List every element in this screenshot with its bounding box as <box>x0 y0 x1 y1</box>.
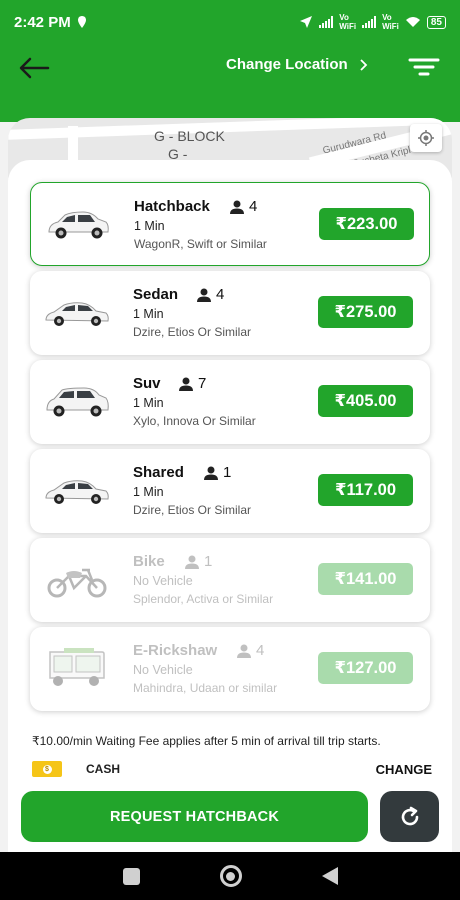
change-payment-button[interactable]: CHANGE <box>376 762 432 777</box>
vehicle-description: WagonR, Swift or Similar <box>134 237 267 251</box>
seat-count-value: 4 <box>256 642 265 659</box>
seat-count: 4 <box>236 642 264 659</box>
vehicle-eta: 1 Min <box>134 219 165 233</box>
refresh-button[interactable] <box>380 791 439 842</box>
vehicle-card-shared[interactable]: Shared 1 1 Min Dzire, Etios Or Similar ₹… <box>30 449 430 533</box>
person-icon <box>185 555 199 569</box>
change-location-label: Change Location <box>226 56 348 73</box>
navigation-arrow-icon <box>300 16 313 28</box>
price-badge: ₹127.00 <box>318 652 413 684</box>
price-badge: ₹141.00 <box>318 563 413 595</box>
vehicle-name: Sedan <box>133 286 179 303</box>
crosshair-icon <box>418 130 434 146</box>
person-icon <box>237 644 251 658</box>
vehicle-description: Dzire, Etios Or Similar <box>133 503 252 517</box>
status-bar: 2:42 PM Vo WiFi Vo WiFi 85 <box>0 0 460 44</box>
signal-icon <box>319 16 334 28</box>
vehicle-name: Suv <box>133 375 161 392</box>
change-location-button[interactable]: Change Location <box>226 56 368 73</box>
seat-count-value: 4 <box>249 198 258 215</box>
vehicle-card-suv[interactable]: Suv 7 1 Min Xylo, Innova Or Similar ₹405… <box>30 360 430 444</box>
vehicle-name: Hatchback <box>134 198 210 215</box>
price-badge: ₹223.00 <box>319 208 414 240</box>
erickshaw-icon <box>49 648 105 686</box>
seat-count-value: 7 <box>198 375 207 392</box>
map-label-g-block: G - BLOCK <box>154 128 225 144</box>
person-icon <box>230 200 244 214</box>
signal-icon-2 <box>362 16 377 28</box>
vehicle-description: Xylo, Innova Or Similar <box>133 414 256 428</box>
refresh-icon <box>401 806 418 825</box>
vowifi-label-2: Vo WiFi <box>382 13 399 31</box>
seat-count: 1 <box>184 553 212 570</box>
vehicle-description: Mahindra, Udaan or similar <box>133 681 278 695</box>
vehicle-eta: 1 Min <box>133 307 164 321</box>
seat-count-value: 4 <box>216 286 225 303</box>
price-badge: ₹275.00 <box>318 296 413 328</box>
chevron-right-icon <box>360 58 367 71</box>
request-ride-button[interactable]: REQUEST HATCHBACK <box>21 791 368 842</box>
waiting-fee-note: ₹10.00/min Waiting Fee applies after 5 m… <box>32 734 381 748</box>
vehicle-name: E-Rickshaw <box>133 642 218 659</box>
sedan-car-icon <box>45 302 109 326</box>
vehicle-eta: 1 Min <box>133 485 164 499</box>
vehicle-name: Shared <box>133 464 184 481</box>
vehicle-eta: 1 Min <box>133 396 164 410</box>
seat-count-value: 1 <box>223 464 232 481</box>
back-triangle-icon[interactable] <box>321 867 338 885</box>
shared-car-icon <box>45 480 109 504</box>
seat-count: 4 <box>196 286 224 303</box>
home-icon[interactable] <box>219 865 242 887</box>
vehicle-card-hatchback[interactable]: Hatchback 4 1 Min WagonR, Swift or Simil… <box>30 182 430 266</box>
seat-count-value: 1 <box>204 553 213 570</box>
bike-icon <box>47 568 107 598</box>
price-badge: ₹117.00 <box>318 474 413 506</box>
vowifi-label: Vo WiFi <box>339 13 357 31</box>
seat-count: 7 <box>178 375 206 392</box>
price-badge: ₹405.00 <box>318 385 413 417</box>
vehicle-name: Bike <box>133 553 165 570</box>
seat-count: 4 <box>229 198 257 215</box>
suv-car-icon <box>46 387 109 417</box>
cash-icon: $ <box>32 761 62 777</box>
vehicle-card-sedan[interactable]: Sedan 4 1 Min Dzire, Etios Or Similar ₹2… <box>30 271 430 355</box>
wifi-icon <box>405 17 420 27</box>
vehicle-eta: No Vehicle <box>133 663 193 677</box>
vehicle-selection-sheet: Hatchback 4 1 Min WagonR, Swift or Simil… <box>8 160 452 852</box>
arrow-left-icon[interactable] <box>16 56 52 80</box>
recent-apps-icon[interactable] <box>122 867 140 885</box>
vehicle-card-erickshaw: E-Rickshaw 4 No Vehicle Mahindra, Udaan … <box>30 627 430 711</box>
location-pin-icon <box>77 16 86 28</box>
locate-me-button[interactable] <box>410 124 442 152</box>
system-nav-bar <box>0 852 460 900</box>
seat-count: 1 <box>203 464 231 481</box>
payment-row: $ CASH CHANGE <box>32 760 432 778</box>
vehicle-description: Dzire, Etios Or Similar <box>133 325 252 339</box>
filter-menu-icon[interactable] <box>408 54 440 80</box>
vehicle-description: Splendor, Activa or Similar <box>133 592 274 606</box>
header: Change Location <box>0 44 460 122</box>
vehicle-eta: No Vehicle <box>133 574 193 588</box>
payment-method-label: CASH <box>86 762 121 776</box>
status-time: 2:42 PM <box>14 13 71 31</box>
hatchback-car-icon <box>48 211 109 239</box>
person-icon <box>179 377 193 391</box>
person-icon <box>197 288 211 302</box>
battery-icon: 85 <box>426 15 446 29</box>
person-icon <box>204 466 218 480</box>
vehicle-card-bike: Bike 1 No Vehicle Splendor, Activa or Si… <box>30 538 430 622</box>
